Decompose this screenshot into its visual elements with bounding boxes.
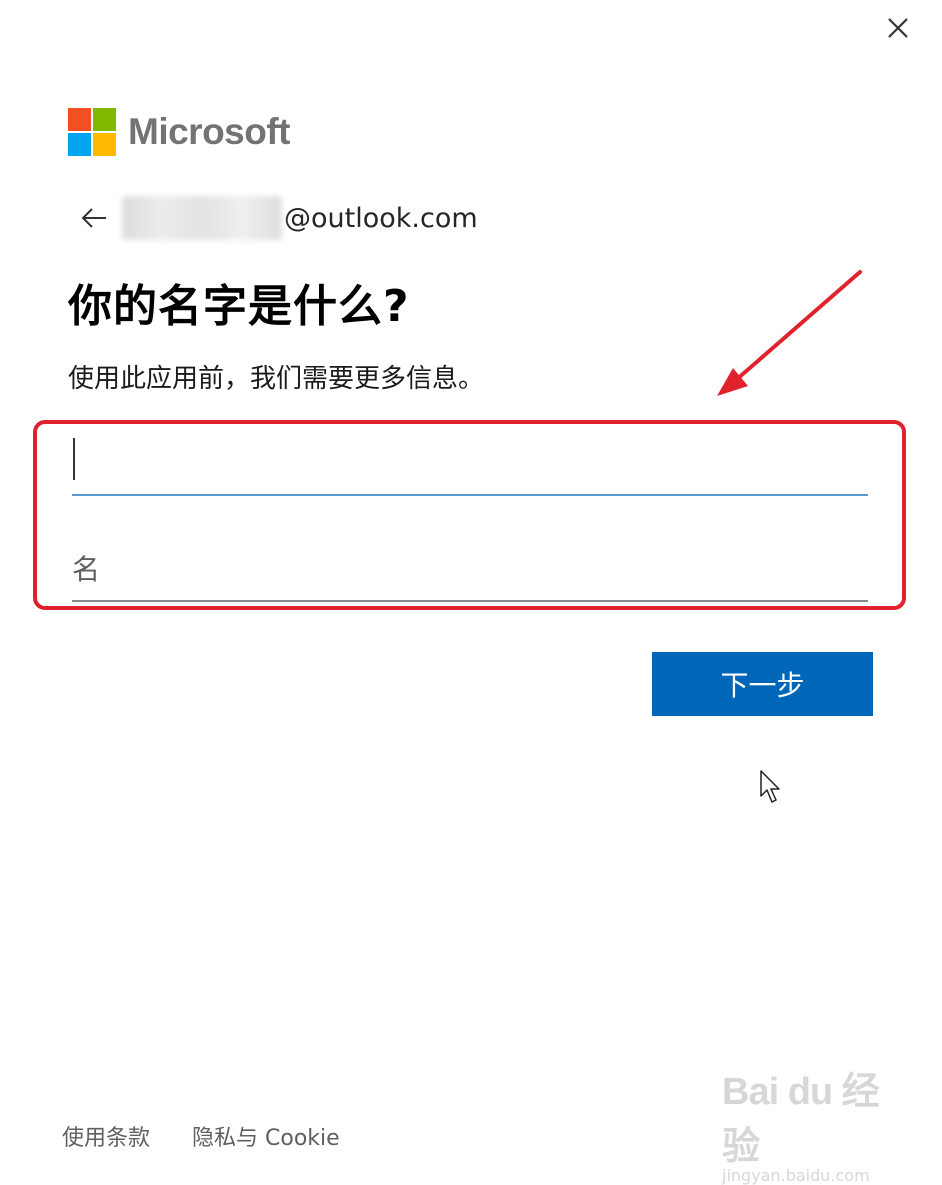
close-button[interactable] [880,10,916,46]
mouse-pointer-icon [760,770,780,803]
blurred-username [122,196,282,240]
footer-links: 使用条款 隐私与 Cookie [62,1120,340,1152]
last-name-field [72,540,868,602]
brand-name: Microsoft [128,111,291,152]
close-icon [888,18,908,38]
microsoft-squares-icon [68,108,116,156]
first-name-input[interactable] [72,432,868,492]
back-button[interactable] [78,202,110,234]
page-title: 你的名字是什么? [68,281,410,332]
next-button[interactable]: 下一步 [652,652,873,716]
privacy-cookie-link[interactable]: 隐私与 Cookie [192,1120,340,1152]
email-domain: @outlook.com [284,202,478,234]
arrow-left-icon [81,208,106,228]
baidu-watermark: Bai du 经验 jingyan.baidu.com [722,1071,880,1185]
text-caret [73,438,75,480]
terms-link[interactable]: 使用条款 [62,1120,150,1152]
last-name-input[interactable] [72,540,868,598]
microsoft-logo: Microsoft [68,108,291,156]
identity-row: @outlook.com [78,196,478,240]
first-name-field [72,432,868,496]
page-description: 使用此应用前，我们需要更多信息。 [68,364,485,394]
